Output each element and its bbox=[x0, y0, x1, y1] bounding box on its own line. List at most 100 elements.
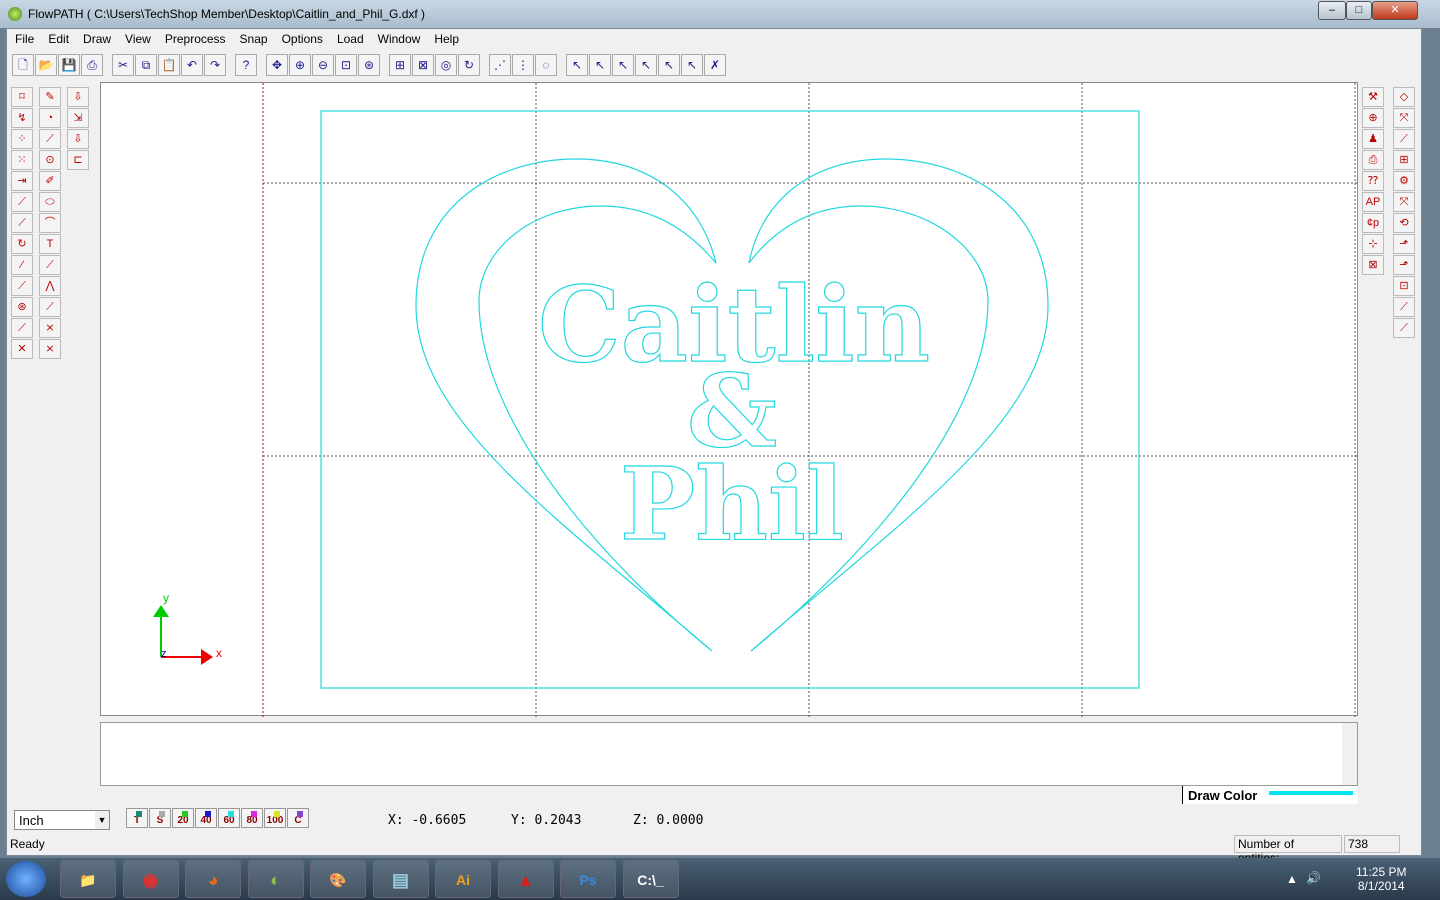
pan-icon[interactable]: ✥ bbox=[266, 54, 288, 76]
select-layer-icon[interactable]: ↖ bbox=[589, 54, 611, 76]
draw-tool-icon[interactable]: ↯ bbox=[11, 108, 33, 128]
draw-tool-icon[interactable]: ⊛ bbox=[11, 297, 33, 317]
menu-options[interactable]: Options bbox=[275, 30, 330, 50]
process-tool-icon[interactable]: ⊞ bbox=[1393, 150, 1415, 170]
process-tool-icon[interactable]: ⊠ bbox=[1362, 255, 1384, 275]
draw-tool-icon[interactable]: ⟋ bbox=[39, 129, 61, 149]
process-tool-icon[interactable]: ⁇ bbox=[1362, 171, 1384, 191]
draw-tool-icon[interactable]: ⁙ bbox=[11, 150, 33, 170]
process-tool-icon[interactable]: ⚒ bbox=[1362, 87, 1384, 107]
select-window-icon[interactable]: ↖ bbox=[612, 54, 634, 76]
draw-tool-icon[interactable]: ⋀ bbox=[39, 276, 61, 296]
zoom-extents-icon[interactable]: ⊛ bbox=[358, 54, 380, 76]
draw-tool-icon[interactable]: ⬭ bbox=[39, 192, 61, 212]
select-icon[interactable]: ↖ bbox=[566, 54, 588, 76]
draw-tool-icon[interactable]: ⇩ bbox=[67, 129, 89, 149]
draw-tool-icon[interactable]: ⟋ bbox=[39, 255, 61, 275]
maximize-button[interactable]: □ bbox=[1346, 1, 1372, 20]
menu-draw[interactable]: Draw bbox=[76, 30, 118, 50]
notepad-icon[interactable]: ▤ bbox=[372, 860, 429, 898]
deselect-icon[interactable]: ✗ bbox=[704, 54, 726, 76]
draw-tool-icon[interactable]: ⟋ bbox=[39, 297, 61, 317]
pen-100-button[interactable]: 100 bbox=[264, 808, 286, 828]
menu-view[interactable]: View bbox=[118, 30, 158, 50]
process-tool-icon[interactable]: ⊕ bbox=[1362, 108, 1384, 128]
drawing-canvas[interactable]: Caitlin & Phil y x z bbox=[100, 82, 1359, 717]
process-tool-icon[interactable]: ⟋ bbox=[1393, 318, 1415, 338]
redo-icon[interactable]: ↷ bbox=[204, 54, 226, 76]
pen-t-button[interactable]: T bbox=[126, 808, 148, 828]
pen-40-button[interactable]: 40 bbox=[195, 808, 217, 828]
draw-tool-icon[interactable]: ⟋ bbox=[11, 192, 33, 212]
draw-color-panel[interactable]: Draw Color bbox=[1182, 786, 1358, 804]
menu-window[interactable]: Window bbox=[371, 30, 428, 50]
pen-s-button[interactable]: S bbox=[149, 808, 171, 828]
firefox-icon[interactable]: ◕ bbox=[185, 860, 241, 898]
minimize-button[interactable]: – bbox=[1318, 1, 1346, 20]
illustrator-icon[interactable]: Ai bbox=[435, 860, 491, 898]
copy-icon[interactable]: ⧉ bbox=[135, 54, 157, 76]
draw-tool-icon[interactable]: ⟋ bbox=[11, 276, 33, 296]
zoom-fit-icon[interactable]: ⊞ bbox=[389, 54, 411, 76]
process-tool-icon[interactable]: AP bbox=[1362, 192, 1384, 212]
start-button[interactable] bbox=[6, 861, 46, 897]
cut-icon[interactable]: ✂ bbox=[112, 54, 134, 76]
draw-tool-icon[interactable]: ✎ bbox=[39, 87, 61, 107]
process-tool-icon[interactable]: ⎙ bbox=[1362, 150, 1384, 170]
tray-up-icon[interactable]: ▲ bbox=[1286, 872, 1298, 886]
draw-tool-icon[interactable]: ⨯ bbox=[39, 318, 61, 338]
redraw-icon[interactable]: ↻ bbox=[458, 54, 480, 76]
new-file-icon[interactable]: 🗋 bbox=[12, 54, 34, 76]
volume-icon[interactable]: 🔊 bbox=[1306, 871, 1321, 885]
clock[interactable]: 11:25 PM 8/1/2014 bbox=[1356, 865, 1406, 893]
process-tool-icon[interactable]: ⟋ bbox=[1393, 297, 1415, 317]
menu-preprocess[interactable]: Preprocess bbox=[158, 30, 233, 50]
draw-tool-icon[interactable]: ⌒ bbox=[39, 213, 61, 233]
paint-icon[interactable]: 🎨 bbox=[310, 860, 366, 898]
command-scrollbar[interactable] bbox=[1342, 723, 1357, 785]
paste-icon[interactable]: 📋 bbox=[158, 54, 180, 76]
pen-80-button[interactable]: 80 bbox=[241, 808, 263, 828]
process-tool-icon[interactable]: ◇ bbox=[1393, 87, 1415, 107]
zoom-previous-icon[interactable]: ◎ bbox=[435, 54, 457, 76]
select-chain-icon[interactable]: ↖ bbox=[635, 54, 657, 76]
process-tool-icon[interactable]: ⟲ bbox=[1393, 213, 1415, 233]
pen-c-button[interactable]: C bbox=[287, 808, 309, 828]
draw-tool-icon[interactable]: ⇥ bbox=[11, 171, 33, 191]
print-icon[interactable]: ⎙ bbox=[81, 54, 103, 76]
draw-tool-icon[interactable]: ⨯ bbox=[39, 339, 61, 359]
draw-tool-icon[interactable]: ◔ bbox=[39, 108, 61, 128]
process-tool-icon[interactable]: ⬏ bbox=[1393, 255, 1415, 275]
zoom-window-icon[interactable]: ⊡ bbox=[335, 54, 357, 76]
menu-file[interactable]: File bbox=[8, 30, 41, 50]
photoshop-icon[interactable]: Ps bbox=[560, 860, 616, 898]
menu-help[interactable]: Help bbox=[427, 30, 466, 50]
process-tool-icon[interactable]: ¢p bbox=[1362, 213, 1384, 233]
draw-tool-icon[interactable]: ⊏ bbox=[67, 150, 89, 170]
units-select[interactable]: Inch ▼ bbox=[14, 810, 110, 830]
process-tool-icon[interactable]: ⬏ bbox=[1393, 234, 1415, 254]
process-tool-icon[interactable]: ⟋ bbox=[1393, 129, 1415, 149]
draw-tool-icon[interactable]: ⊙ bbox=[39, 150, 61, 170]
draw-tool-icon[interactable]: ↻ bbox=[11, 234, 33, 254]
process-tool-icon[interactable]: ⤧ bbox=[1393, 192, 1415, 212]
draw-tool-icon[interactable]: ⟋ bbox=[11, 318, 33, 338]
command-area[interactable] bbox=[100, 722, 1358, 786]
cmd-icon[interactable]: C:\_ bbox=[622, 860, 679, 898]
draw-tool-icon[interactable]: ✐ bbox=[39, 171, 61, 191]
process-tool-icon[interactable]: ⊡ bbox=[1393, 276, 1415, 296]
close-button[interactable]: ✕ bbox=[1372, 1, 1418, 20]
snap-arc-icon[interactable]: ◌ bbox=[535, 54, 557, 76]
select-all-icon[interactable]: ↖ bbox=[681, 54, 703, 76]
draw-tool-icon[interactable]: ⇲ bbox=[67, 108, 89, 128]
autocad-icon[interactable]: ▲ bbox=[497, 860, 554, 898]
process-tool-icon[interactable]: ⊹ bbox=[1362, 234, 1384, 254]
draw-tool-icon[interactable]: ✕ bbox=[11, 339, 33, 359]
explorer-icon[interactable]: 📁 bbox=[60, 860, 116, 898]
open-icon[interactable]: 📂 bbox=[35, 54, 57, 76]
save-icon[interactable]: 💾 bbox=[58, 54, 80, 76]
zoom-in-icon[interactable]: ⊕ bbox=[289, 54, 311, 76]
undo-icon[interactable]: ↶ bbox=[181, 54, 203, 76]
draw-tool-icon[interactable]: ⁄ bbox=[11, 255, 33, 275]
menu-load[interactable]: Load bbox=[330, 30, 371, 50]
